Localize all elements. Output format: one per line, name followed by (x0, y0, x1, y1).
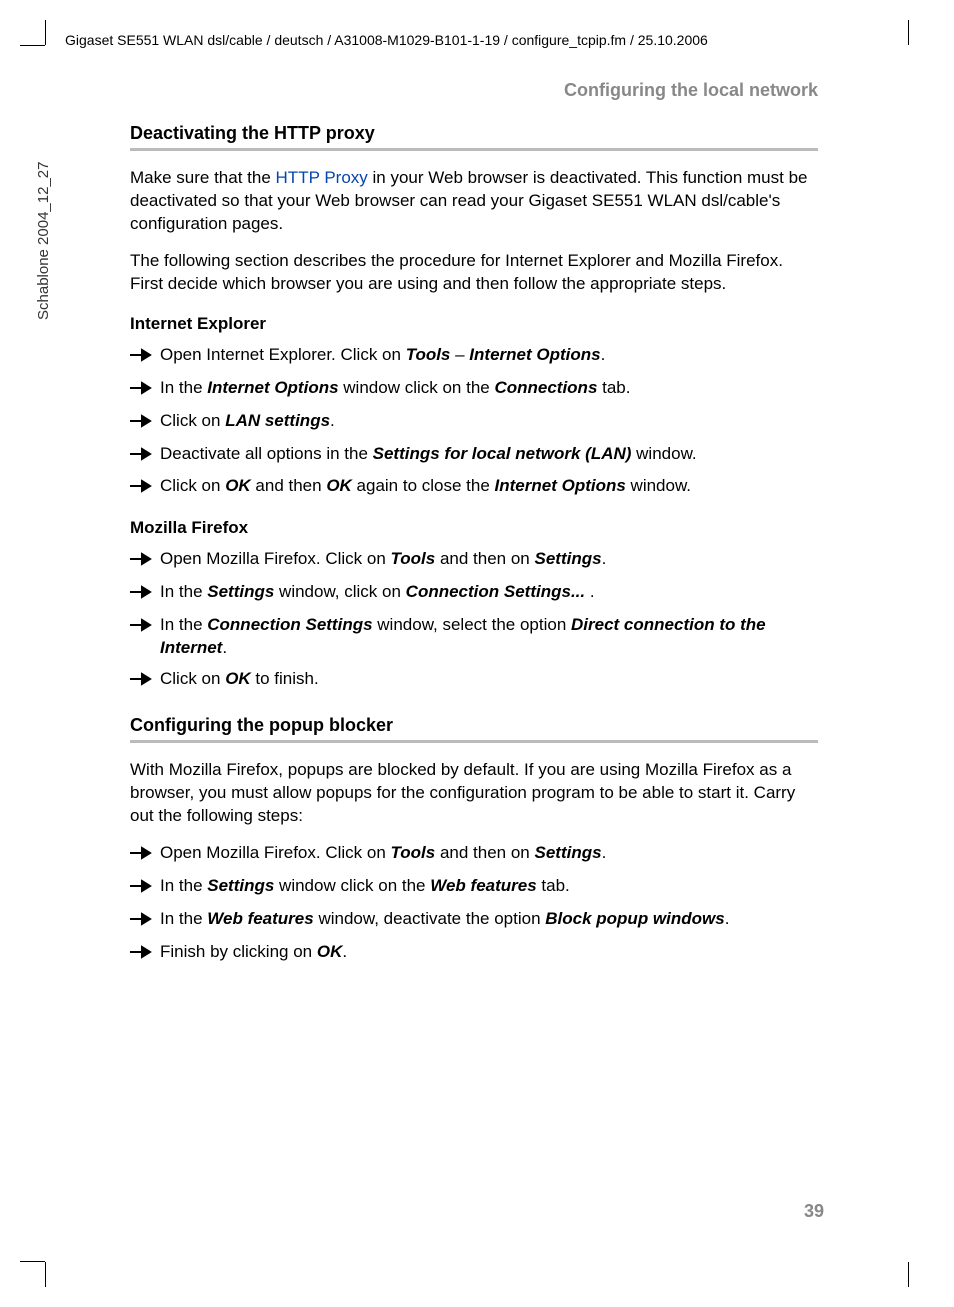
running-header: Configuring the local network (130, 80, 818, 101)
step-text: In the Settings window, click on Connect… (160, 581, 818, 604)
crop-mark (20, 1261, 45, 1262)
arrow-icon (130, 410, 160, 435)
step-text: Click on LAN settings. (160, 410, 818, 433)
subheading-mozilla-firefox: Mozilla Firefox (130, 518, 818, 538)
step-text: Open Internet Explorer. Click on Tools –… (160, 344, 818, 367)
section-heading-http-proxy: Deactivating the HTTP proxy (130, 123, 818, 144)
paragraph: Make sure that the HTTP Proxy in your We… (130, 167, 818, 236)
paragraph: With Mozilla Firefox, popups are blocked… (130, 759, 818, 828)
page-number: 39 (804, 1201, 824, 1222)
subheading-internet-explorer: Internet Explorer (130, 314, 818, 334)
step-text: Click on OK to finish. (160, 668, 818, 691)
section-rule (130, 740, 818, 743)
step-item: Click on OK to finish. (130, 668, 818, 693)
step-item: Open Mozilla Firefox. Click on Tools and… (130, 548, 818, 573)
step-item: Click on OK and then OK again to close t… (130, 475, 818, 500)
step-text: Open Mozilla Firefox. Click on Tools and… (160, 548, 818, 571)
arrow-icon (130, 908, 160, 933)
arrow-icon (130, 548, 160, 573)
step-text: In the Connection Settings window, selec… (160, 614, 818, 660)
step-text: In the Internet Options window click on … (160, 377, 818, 400)
document-path-header: Gigaset SE551 WLAN dsl/cable / deutsch /… (65, 32, 708, 48)
arrow-icon (130, 475, 160, 500)
arrow-icon (130, 581, 160, 606)
crop-mark (45, 1262, 46, 1287)
crop-mark (908, 1262, 909, 1287)
arrow-icon (130, 614, 160, 639)
step-item: In the Internet Options window click on … (130, 377, 818, 402)
arrow-icon (130, 344, 160, 369)
template-version-label: Schablone 2004_12_27 (35, 162, 52, 320)
arrow-icon (130, 941, 160, 966)
step-text: In the Settings window click on the Web … (160, 875, 818, 898)
crop-mark (45, 20, 46, 45)
step-text: Finish by clicking on OK. (160, 941, 818, 964)
step-item: Finish by clicking on OK. (130, 941, 818, 966)
section-heading-popup-blocker: Configuring the popup blocker (130, 715, 818, 736)
step-item: In the Settings window, click on Connect… (130, 581, 818, 606)
arrow-icon (130, 443, 160, 468)
step-item: Open Mozilla Firefox. Click on Tools and… (130, 842, 818, 867)
crop-mark (20, 45, 45, 46)
paragraph: The following section describes the proc… (130, 250, 818, 296)
step-item: Click on LAN settings. (130, 410, 818, 435)
arrow-icon (130, 377, 160, 402)
step-item: Deactivate all options in the Settings f… (130, 443, 818, 468)
step-item: In the Settings window click on the Web … (130, 875, 818, 900)
link-http-proxy[interactable]: HTTP Proxy (276, 168, 368, 187)
arrow-icon (130, 842, 160, 867)
step-item: Open Internet Explorer. Click on Tools –… (130, 344, 818, 369)
section-rule (130, 148, 818, 151)
step-text: In the Web features window, deactivate t… (160, 908, 818, 931)
step-text: Click on OK and then OK again to close t… (160, 475, 818, 498)
arrow-icon (130, 875, 160, 900)
crop-mark (908, 20, 909, 45)
text: Make sure that the (130, 168, 276, 187)
step-item: In the Connection Settings window, selec… (130, 614, 818, 660)
step-text: Deactivate all options in the Settings f… (160, 443, 818, 466)
arrow-icon (130, 668, 160, 693)
step-item: In the Web features window, deactivate t… (130, 908, 818, 933)
page-content: Configuring the local network Deactivati… (130, 80, 818, 974)
step-text: Open Mozilla Firefox. Click on Tools and… (160, 842, 818, 865)
